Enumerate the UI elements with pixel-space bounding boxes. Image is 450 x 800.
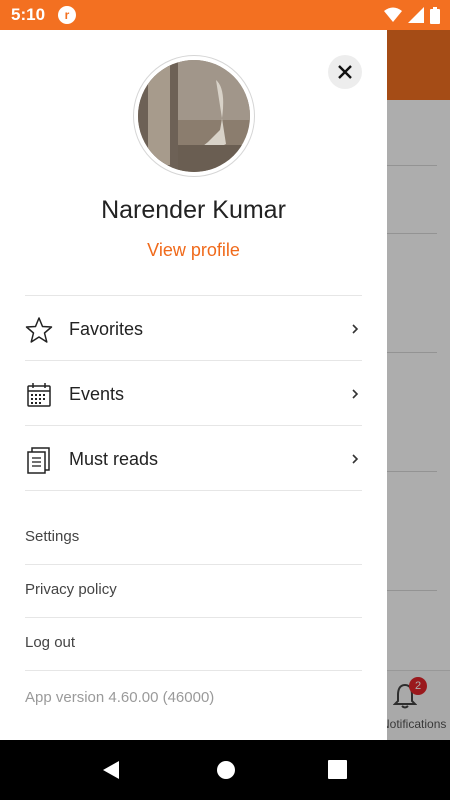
- settings-link[interactable]: Settings: [25, 512, 362, 565]
- status-bar: 5:10 r: [0, 0, 450, 30]
- star-icon: [25, 317, 53, 343]
- menu-item-events[interactable]: Events: [25, 361, 362, 425]
- navigation-drawer: Narender Kumar View profile Favorites Ev…: [0, 30, 387, 740]
- menu-item-must-reads[interactable]: Must reads: [25, 426, 362, 490]
- app-notification-icon: r: [58, 6, 76, 24]
- divider: [25, 670, 362, 671]
- avatar[interactable]: [133, 55, 255, 177]
- divider: [25, 490, 362, 491]
- user-name: Narender Kumar: [101, 196, 286, 224]
- recents-icon[interactable]: [328, 760, 347, 779]
- settings-label: Settings: [25, 528, 80, 545]
- back-icon[interactable]: [101, 760, 121, 780]
- drawer-scrim[interactable]: [387, 30, 450, 740]
- home-icon[interactable]: [216, 760, 236, 780]
- privacy-policy-link[interactable]: Privacy policy: [25, 565, 362, 618]
- signal-icon: [408, 7, 424, 23]
- status-time: 5:10: [11, 5, 46, 24]
- calendar-icon: [27, 383, 51, 407]
- chevron-right-icon: [352, 324, 359, 334]
- menu-item-label: Events: [69, 384, 125, 404]
- log-out-label: Log out: [25, 634, 76, 651]
- close-icon: [338, 65, 352, 79]
- battery-icon: [430, 6, 440, 24]
- chevron-right-icon: [352, 454, 359, 464]
- menu-item-label: Must reads: [69, 449, 159, 469]
- menu-item-favorites[interactable]: Favorites: [25, 296, 362, 360]
- avatar-photo: [138, 60, 250, 172]
- menu-item-label: Favorites: [69, 319, 144, 339]
- chevron-right-icon: [352, 389, 359, 399]
- system-navigation-bar: [0, 740, 450, 800]
- log-out-link[interactable]: Log out: [25, 618, 362, 671]
- privacy-policy-label: Privacy policy: [25, 581, 117, 598]
- app-version: App version 4.60.00 (46000): [25, 689, 215, 706]
- status-icons: [384, 6, 440, 24]
- close-button[interactable]: [328, 55, 362, 89]
- documents-icon: [27, 447, 50, 474]
- view-profile-link[interactable]: View profile: [0, 240, 387, 261]
- wifi-icon: [384, 7, 402, 22]
